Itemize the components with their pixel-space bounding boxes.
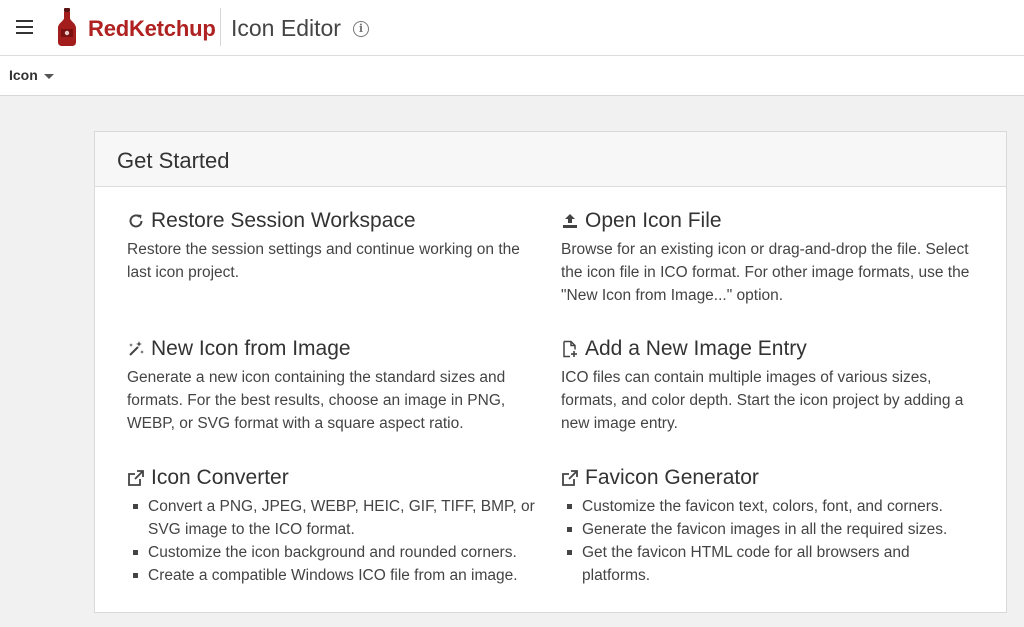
list-item: Get the favicon HTML code for all browse… [561,541,981,587]
header-divider [220,8,221,46]
brand-name[interactable]: RedKetchup [88,16,216,42]
upload-icon [561,212,579,230]
external-link-icon [561,469,579,487]
caret-down-icon [43,73,54,79]
ketchup-bottle-logo-icon[interactable] [55,7,79,47]
add-new-image-entry-link[interactable]: Add a New Image Entry [585,337,807,361]
restore-session-link[interactable]: Restore Session Workspace [151,209,416,233]
card-header: Get Started [95,132,1006,187]
section-add-new-image-entry: Add a New Image Entry ICO files can cont… [561,336,981,435]
top-app-bar: RedKetchup Icon Editor i [0,0,1024,56]
hamburger-menu-icon[interactable] [16,20,34,36]
list-item: Create a compatible Windows ICO file fro… [127,564,547,587]
feature-list: Convert a PNG, JPEG, WEBP, HEIC, GIF, TI… [127,495,547,587]
favicon-generator-link[interactable]: Favicon Generator [585,466,759,490]
get-started-card: Get Started Restore Session Workspace Re… [94,131,1007,613]
menu-bar: Icon [0,56,1024,96]
section-description: Browse for an existing icon or drag-and-… [561,241,970,304]
card-title: Get Started [117,148,230,173]
list-item: Customize the icon background and rounde… [127,541,547,564]
icon-menu-label: Icon [9,67,38,83]
section-description: Restore the session settings and continu… [127,241,520,281]
open-icon-file-link[interactable]: Open Icon File [585,209,722,233]
section-description: ICO files can contain multiple images of… [561,369,964,432]
external-link-icon [127,469,145,487]
list-item: Convert a PNG, JPEG, WEBP, HEIC, GIF, TI… [127,495,547,541]
refresh-icon [127,212,145,230]
section-new-icon-from-image: New Icon from Image Generate a new icon … [127,336,547,435]
new-icon-from-image-link[interactable]: New Icon from Image [151,337,351,361]
add-file-icon [561,340,579,358]
info-icon[interactable]: i [353,21,369,37]
list-item: Generate the favicon images in all the r… [561,518,981,541]
icon-menu-dropdown[interactable]: Icon [9,67,54,83]
section-restore-session: Restore Session Workspace Restore the se… [127,208,547,284]
icon-converter-link[interactable]: Icon Converter [151,466,289,490]
list-item: Customize the favicon text, colors, font… [561,495,981,518]
magic-wand-icon [127,340,145,358]
page-title: Icon Editor [231,15,341,41]
section-description: Generate a new icon containing the stand… [127,369,506,432]
section-open-icon-file: Open Icon File Browse for an existing ic… [561,208,981,307]
section-favicon-generator: Favicon Generator Customize the favicon … [561,465,981,587]
feature-list: Customize the favicon text, colors, font… [561,495,981,587]
section-icon-converter: Icon Converter Convert a PNG, JPEG, WEBP… [127,465,547,587]
